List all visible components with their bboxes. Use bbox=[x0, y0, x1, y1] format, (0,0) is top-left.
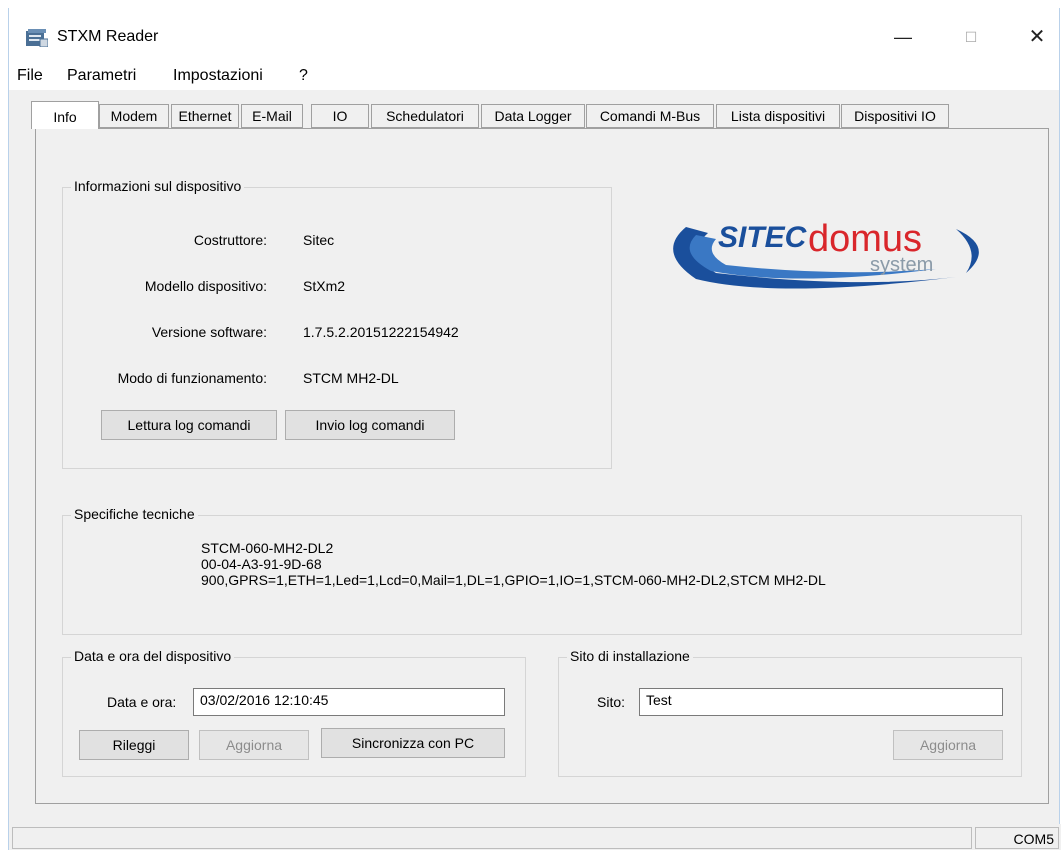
specs-group: Specifiche tecniche STCM-060-MH2-DL2 00-… bbox=[62, 506, 1022, 635]
app-icon bbox=[26, 29, 48, 47]
tab-content-info: Informazioni sul dispositivo Costruttore… bbox=[35, 128, 1049, 804]
tab-lista-dispositivi[interactable]: Lista dispositivi bbox=[716, 104, 840, 128]
device-info-legend: Informazioni sul dispositivo bbox=[71, 178, 245, 194]
close-button[interactable]: ✕ bbox=[1015, 20, 1059, 54]
site-label: Sito: bbox=[597, 694, 626, 710]
operating-mode-label: Modo di funzionamento: bbox=[117, 370, 267, 386]
maximize-button[interactable]: ☐ bbox=[949, 20, 993, 54]
tab-modem[interactable]: Modem bbox=[99, 104, 169, 128]
menu-file[interactable]: File bbox=[17, 67, 43, 85]
datetime-group: Data e ora del dispositivo Data e ora: 0… bbox=[62, 648, 526, 777]
update-datetime-button[interactable]: Aggiorna bbox=[199, 730, 309, 760]
tab-ethernet[interactable]: Ethernet bbox=[171, 104, 239, 128]
status-port: COM5 bbox=[975, 827, 1059, 849]
menu-bar: File Parametri Impostazioni ? bbox=[9, 64, 1059, 90]
operating-mode-value: STCM MH2-DL bbox=[303, 370, 399, 386]
read-log-button[interactable]: Lettura log comandi bbox=[101, 410, 277, 440]
menu-impostazioni[interactable]: Impostazioni bbox=[173, 67, 263, 85]
datetime-label: Data e ora: bbox=[107, 694, 177, 710]
minimize-button[interactable]: — bbox=[881, 20, 925, 54]
sitec-domus-logo: SITEC domus system bbox=[673, 218, 979, 289]
logo-tag: system bbox=[870, 254, 933, 276]
menu-parametri[interactable]: Parametri bbox=[67, 67, 136, 85]
site-field[interactable]: Test bbox=[639, 688, 1003, 716]
tab-info[interactable]: Info bbox=[31, 101, 99, 129]
specs-text: STCM-060-MH2-DL2 00-04-A3-91-9D-68 900,G… bbox=[201, 540, 826, 588]
manufacturer-label: Costruttore: bbox=[193, 232, 267, 248]
reload-button[interactable]: Rileggi bbox=[79, 730, 189, 760]
window-title: STXM Reader bbox=[57, 28, 159, 45]
datetime-legend: Data e ora del dispositivo bbox=[71, 648, 235, 664]
sync-pc-button[interactable]: Sincronizza con PC bbox=[321, 728, 505, 758]
software-version-value: 1.7.5.2.20151222154942 bbox=[303, 324, 459, 340]
specs-line: STCM-060-MH2-DL2 bbox=[201, 540, 334, 556]
site-group: Sito di installazione Sito: Test Aggiorn… bbox=[558, 648, 1022, 777]
specs-legend: Specifiche tecniche bbox=[71, 506, 198, 522]
tab-data-logger[interactable]: Data Logger bbox=[481, 104, 585, 128]
menu-help[interactable]: ? bbox=[299, 67, 308, 85]
software-version-label: Versione software: bbox=[151, 324, 267, 340]
app-window: STXM Reader — ☐ ✕ File Parametri Imposta… bbox=[8, 8, 1061, 850]
update-site-button[interactable]: Aggiorna bbox=[893, 730, 1003, 760]
status-bar: COM5 bbox=[9, 824, 1061, 850]
model-label: Modello dispositivo: bbox=[144, 278, 267, 294]
manufacturer-value: Sitec bbox=[303, 232, 335, 248]
device-info-group: Informazioni sul dispositivo Costruttore… bbox=[62, 178, 612, 469]
title-bar[interactable]: STXM Reader — ☐ ✕ bbox=[9, 8, 1059, 64]
tab-io[interactable]: IO bbox=[311, 104, 369, 128]
tab-schedulatori[interactable]: Schedulatori bbox=[371, 104, 479, 128]
datetime-field[interactable]: 03/02/2016 12:10:45 bbox=[193, 688, 505, 716]
logo-brand: SITEC bbox=[718, 221, 808, 254]
tab-email[interactable]: E-Mail bbox=[241, 104, 303, 128]
tab-comandi-mbus[interactable]: Comandi M-Bus bbox=[586, 104, 714, 128]
specs-line: 900,GPRS=1,ETH=1,Led=1,Lcd=0,Mail=1,DL=1… bbox=[201, 572, 826, 588]
site-legend: Sito di installazione bbox=[567, 648, 693, 664]
status-panel bbox=[12, 827, 972, 849]
specs-line: 00-04-A3-91-9D-68 bbox=[201, 556, 322, 572]
send-log-button[interactable]: Invio log comandi bbox=[285, 410, 455, 440]
tab-dispositivi-io[interactable]: Dispositivi IO bbox=[841, 104, 949, 128]
model-value: StXm2 bbox=[303, 278, 346, 294]
